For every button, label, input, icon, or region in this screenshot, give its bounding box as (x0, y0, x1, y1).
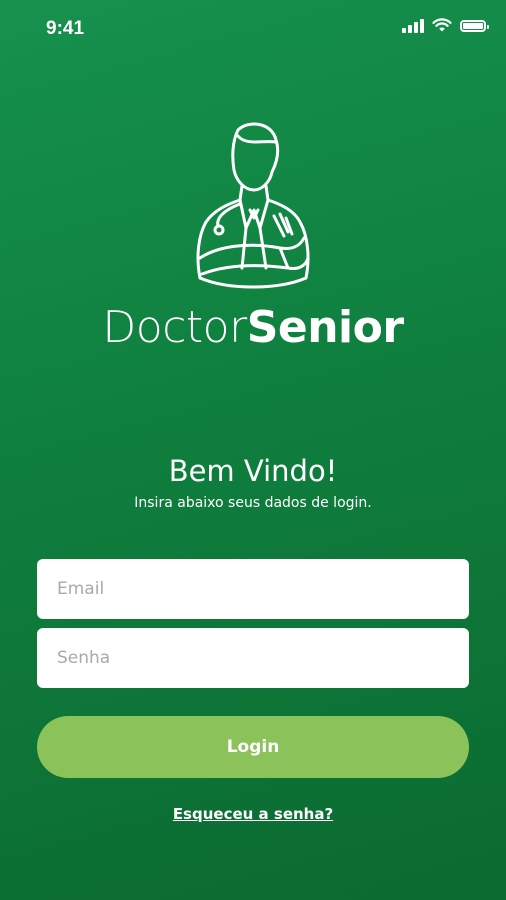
wifi-icon (432, 18, 452, 32)
password-field[interactable] (37, 628, 469, 688)
welcome-subtitle: Insira abaixo seus dados de login. (134, 495, 372, 511)
battery-icon (460, 19, 489, 32)
brand-name-light: Doctor (102, 302, 247, 353)
email-field[interactable] (37, 559, 469, 619)
status-bar: 9:41 (0, 0, 506, 56)
brand-name: DoctorSenior (0, 304, 506, 352)
brand-name-bold: Senior (246, 302, 404, 353)
doctor-icon (196, 122, 310, 289)
welcome-block: Bem Vindo! Insira abaixo seus dados de l… (0, 453, 506, 511)
welcome-title: Bem Vindo! (168, 454, 338, 488)
forgot-password-link[interactable]: Esqueceu a senha? (0, 805, 506, 823)
login-button[interactable]: Login (37, 716, 469, 778)
login-screen: 9:41 DoctorSenior Bem Vindo! Insira abai… (0, 0, 506, 900)
email-input[interactable] (55, 578, 451, 600)
brand-logo: DoctorSenior (0, 118, 506, 352)
cellular-signal-icon (402, 18, 424, 33)
status-time: 9:41 (46, 18, 85, 39)
status-icons (402, 18, 489, 33)
password-input[interactable] (55, 647, 451, 669)
